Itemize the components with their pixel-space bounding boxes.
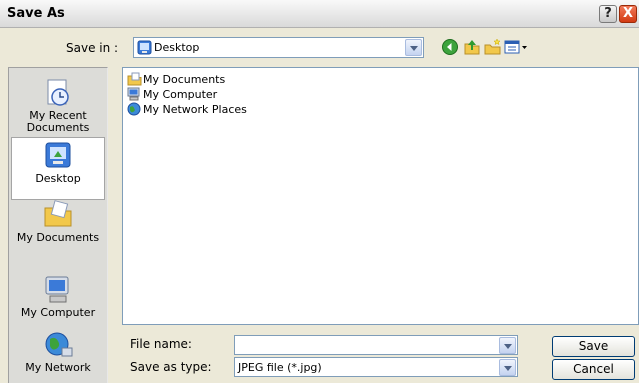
place-my-network[interactable]: My Network — [11, 330, 105, 380]
place-label-my-network: My Network — [25, 361, 91, 374]
my-computer-icon — [45, 276, 69, 303]
save-as-type-dropdown[interactable]: JPEG file (*.jpg) — [234, 357, 518, 377]
close-button[interactable]: X — [619, 5, 637, 23]
network-icon — [127, 102, 141, 116]
save-as-type-value: JPEG file (*.jpg) — [238, 361, 322, 374]
file-name: My Documents — [143, 73, 226, 86]
title-bar[interactable]: Save As ? X — [0, 0, 639, 28]
place-my-documents[interactable]: My Documents — [11, 198, 105, 258]
back-icon[interactable] — [441, 38, 459, 56]
up-folder-icon[interactable] — [463, 38, 481, 56]
file-name: My Network Places — [143, 103, 247, 116]
save-as-dialog: Save As ? X Save in : Desktop My Recent … — [0, 0, 639, 383]
chevron-down-icon[interactable] — [405, 39, 422, 56]
desktop-small-icon — [137, 40, 152, 55]
save-button[interactable]: Save — [552, 336, 635, 357]
help-button[interactable]: ? — [599, 5, 617, 23]
file-name-input[interactable] — [238, 339, 488, 352]
desktop-icon — [45, 142, 71, 168]
my-documents-icon — [44, 200, 72, 227]
chevron-down-icon[interactable] — [499, 359, 516, 376]
place-label-my-documents: My Documents — [16, 231, 100, 244]
recent-documents-icon — [47, 79, 69, 106]
save-in-value: Desktop — [154, 41, 200, 54]
place-my-computer[interactable]: My Computer — [11, 275, 105, 323]
window-title: Save As — [7, 6, 65, 21]
place-desktop[interactable]: Desktop — [11, 137, 105, 200]
place-label-desktop: Desktop — [35, 172, 81, 185]
place-recent-documents[interactable]: My Recent Documents — [11, 78, 105, 140]
view-menu-icon[interactable] — [504, 38, 528, 56]
save-in-dropdown[interactable]: Desktop — [133, 37, 424, 58]
places-bar: My Recent Documents Desktop My Documents — [8, 67, 108, 383]
place-label-my-computer: My Computer — [20, 306, 96, 319]
save-as-type-label: Save as type: — [130, 360, 212, 374]
file-name-label: File name: — [130, 337, 192, 351]
my-network-icon — [45, 332, 73, 357]
chevron-down-icon[interactable] — [499, 337, 516, 354]
save-in-label: Save in : — [66, 41, 119, 55]
folder-icon — [127, 72, 142, 86]
cancel-button[interactable]: Cancel — [552, 359, 635, 380]
new-folder-icon[interactable] — [484, 38, 502, 56]
file-list[interactable]: My Documents My Computer My Network Plac… — [122, 67, 639, 325]
file-name: My Computer — [143, 88, 218, 101]
place-label-recent: My Recent Documents — [26, 109, 90, 134]
file-name-field[interactable] — [234, 335, 518, 355]
computer-icon — [127, 87, 140, 101]
